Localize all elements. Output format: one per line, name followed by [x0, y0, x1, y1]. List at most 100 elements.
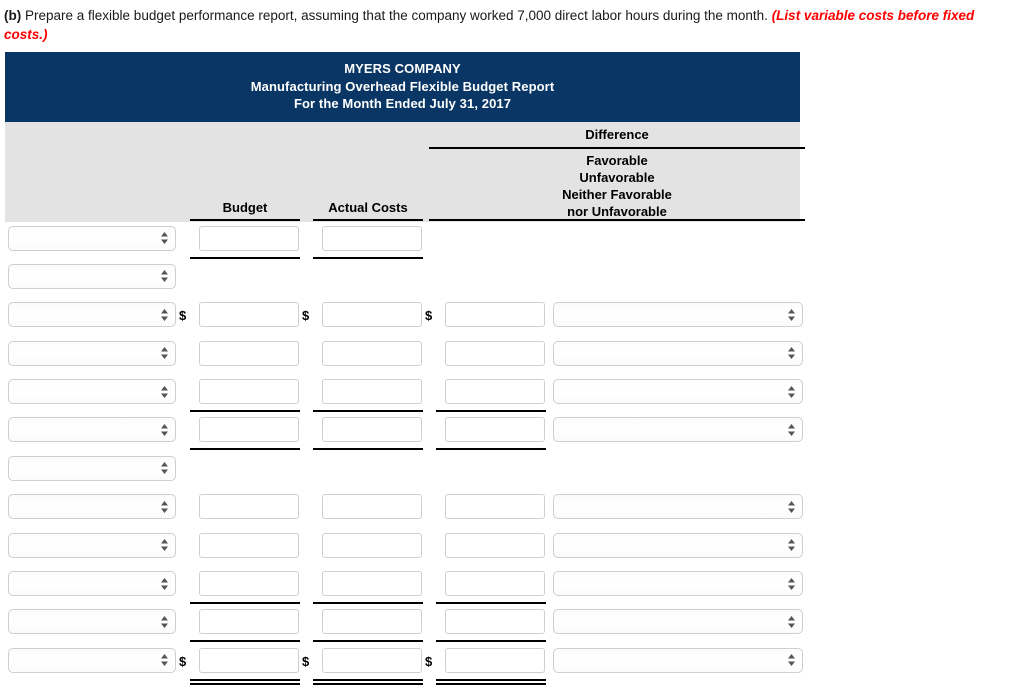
account-select[interactable]	[8, 609, 176, 635]
difference-cell	[436, 532, 546, 558]
actual-costs-input[interactable]	[322, 494, 422, 520]
account-select[interactable]	[8, 379, 176, 405]
budget-money-wrap	[190, 417, 300, 443]
account-select-wrap	[8, 263, 176, 289]
actual-costs-input[interactable]	[322, 340, 422, 366]
actual-costs-rule	[313, 640, 423, 643]
budget-input[interactable]	[199, 340, 299, 366]
difference-cell	[436, 417, 546, 451]
difference-input[interactable]	[445, 609, 545, 635]
account-select[interactable]	[8, 225, 176, 251]
currency-symbol: $	[179, 308, 187, 324]
budget-input[interactable]	[199, 379, 299, 405]
favorability-select-cell	[553, 532, 803, 558]
actual-costs-cell: $	[302, 647, 423, 685]
difference-input[interactable]	[445, 571, 545, 597]
account-select[interactable]	[8, 417, 176, 443]
actual-costs-rule	[313, 678, 423, 685]
budget-rule	[190, 256, 300, 259]
budget-input[interactable]	[199, 609, 299, 635]
account-select[interactable]	[8, 455, 176, 481]
report-title-band: MYERS COMPANY Manufacturing Overhead Fle…	[5, 52, 800, 122]
favorability-select-wrap	[553, 532, 803, 558]
account-select-cell	[8, 532, 176, 558]
account-select-wrap	[8, 647, 176, 673]
difference-money-wrap	[436, 532, 546, 558]
actual-costs-money-wrap	[313, 609, 423, 635]
report-rows: $ $ $ $ $ $	[5, 222, 803, 685]
difference-cell: $	[425, 647, 546, 685]
column-header-actual-costs: Actual Costs	[328, 199, 408, 215]
difference-money-wrap: $	[425, 302, 546, 328]
actual-costs-money-wrap: $	[302, 647, 423, 673]
actual-costs-cell	[313, 571, 423, 605]
difference-input[interactable]	[445, 647, 545, 673]
report-row	[5, 260, 800, 298]
difference-money-wrap	[436, 571, 546, 597]
account-select[interactable]	[8, 263, 176, 289]
difference-input[interactable]	[445, 379, 545, 405]
favorability-select[interactable]	[553, 609, 803, 635]
account-select-cell	[8, 340, 176, 366]
favorability-select[interactable]	[553, 532, 803, 558]
budget-input[interactable]	[199, 302, 299, 328]
budget-input[interactable]	[199, 225, 299, 251]
actual-costs-input[interactable]	[322, 532, 422, 558]
difference-input[interactable]	[445, 302, 545, 328]
actual-costs-input[interactable]	[322, 647, 422, 673]
account-select-cell	[8, 417, 176, 443]
budget-input[interactable]	[199, 532, 299, 558]
favorability-select[interactable]	[553, 340, 803, 366]
budget-input[interactable]	[199, 417, 299, 443]
account-select[interactable]	[8, 647, 176, 673]
account-select-cell	[8, 379, 176, 405]
favorability-select[interactable]	[553, 379, 803, 405]
actual-costs-cell	[313, 532, 423, 558]
actual-costs-input[interactable]	[322, 571, 422, 597]
account-select[interactable]	[8, 494, 176, 520]
favorability-select-cell	[553, 302, 803, 328]
account-select[interactable]	[8, 340, 176, 366]
actual-costs-money-wrap	[313, 225, 423, 251]
account-select[interactable]	[8, 532, 176, 558]
actual-costs-cell	[313, 494, 423, 520]
actual-costs-money-wrap	[313, 571, 423, 597]
account-select[interactable]	[8, 302, 176, 328]
favorability-select[interactable]	[553, 647, 803, 673]
difference-money-wrap	[436, 494, 546, 520]
favorability-select[interactable]	[553, 571, 803, 597]
budget-input[interactable]	[199, 647, 299, 673]
favorability-select-cell	[553, 647, 803, 673]
budget-money-wrap	[190, 225, 300, 251]
actual-costs-input[interactable]	[322, 417, 422, 443]
favorability-select[interactable]	[553, 302, 803, 328]
report-row	[5, 222, 800, 260]
difference-input[interactable]	[445, 494, 545, 520]
budget-money-wrap	[190, 494, 300, 520]
budget-input[interactable]	[199, 494, 299, 520]
actual-costs-input[interactable]	[322, 225, 422, 251]
account-select[interactable]	[8, 571, 176, 597]
difference-cell	[436, 571, 546, 605]
report-row: $ $ $	[5, 298, 803, 336]
budget-cell	[190, 494, 300, 520]
difference-input[interactable]	[445, 340, 545, 366]
difference-input[interactable]	[445, 532, 545, 558]
account-select-wrap	[8, 455, 176, 481]
report-row	[5, 605, 803, 643]
favorability-select[interactable]	[553, 417, 803, 443]
actual-costs-input[interactable]	[322, 379, 422, 405]
actual-costs-money-wrap	[313, 379, 423, 405]
favorability-select-wrap	[553, 302, 803, 328]
actual-costs-input[interactable]	[322, 302, 422, 328]
actual-costs-input[interactable]	[322, 609, 422, 635]
budget-cell: $	[179, 302, 300, 328]
difference-cell	[436, 379, 546, 413]
budget-input[interactable]	[199, 571, 299, 597]
company-name: MYERS COMPANY	[344, 61, 461, 76]
difference-rule	[436, 678, 546, 685]
account-select-cell	[8, 263, 176, 289]
difference-input[interactable]	[445, 417, 545, 443]
favorability-select[interactable]	[553, 494, 803, 520]
budget-money-wrap: $	[179, 647, 300, 673]
